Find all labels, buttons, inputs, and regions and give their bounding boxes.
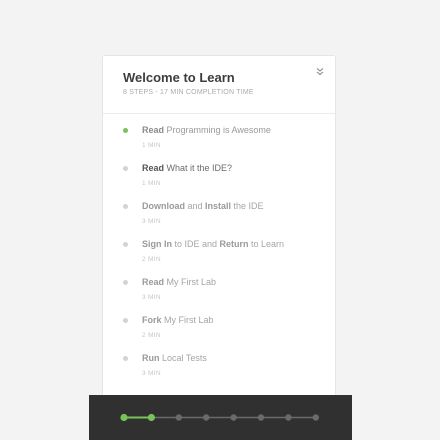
steps-list: Read Programming is Awesome 1 MIN Read Wha… bbox=[103, 113, 335, 379]
step-item[interactable]: Read My First Lab 3 MIN bbox=[103, 265, 335, 303]
card-title: Welcome to Learn bbox=[123, 70, 235, 85]
step-duration: 3 MIN bbox=[142, 218, 161, 225]
step-text-part: and bbox=[185, 201, 206, 211]
step-duration: 1 MIN bbox=[142, 142, 161, 149]
step-duration: 3 MIN bbox=[142, 370, 161, 377]
step-duration: 2 MIN bbox=[142, 332, 161, 339]
step-label: Sign In to IDE and Return to Learn bbox=[142, 239, 284, 249]
progress-node-complete[interactable] bbox=[147, 413, 155, 422]
step-label: Read My First Lab bbox=[142, 277, 216, 287]
progress-node-complete[interactable] bbox=[120, 413, 128, 422]
step-item[interactable]: Read Programming is Awesome 1 MIN bbox=[103, 113, 335, 151]
step-item[interactable]: Download and Install the IDE 3 MIN bbox=[103, 189, 335, 227]
step-label: Run Local Tests bbox=[142, 353, 207, 363]
progress-node[interactable] bbox=[285, 414, 292, 421]
step-action: Sign In bbox=[142, 239, 172, 249]
step-text-part: What it the IDE? bbox=[164, 163, 233, 173]
step-text-part: to IDE and bbox=[172, 239, 220, 249]
progress-node[interactable] bbox=[175, 414, 182, 421]
step-status-dot bbox=[123, 280, 128, 285]
step-label: Read What it the IDE? bbox=[142, 163, 232, 173]
card-subtitle: 8 STEPS - 17 MIN COMPLETION TIME bbox=[123, 89, 254, 96]
step-duration: 3 MIN bbox=[142, 294, 161, 301]
step-text-part: the IDE bbox=[231, 201, 264, 211]
step-label: Fork My First Lab bbox=[142, 315, 214, 325]
step-action: Read bbox=[142, 163, 165, 173]
double-chevron-down-icon[interactable] bbox=[314, 65, 326, 77]
step-text-part: Local Tests bbox=[159, 353, 207, 363]
step-label: Download and Install the IDE bbox=[142, 201, 264, 211]
progress-node[interactable] bbox=[203, 414, 210, 421]
step-text-part: My First Lab bbox=[164, 277, 217, 287]
step-status-dot bbox=[123, 356, 128, 361]
step-complete-dot bbox=[123, 166, 128, 171]
step-complete-dot bbox=[123, 128, 128, 133]
step-item[interactable]: Fork My First Lab 2 MIN bbox=[103, 303, 335, 341]
step-status-dot bbox=[123, 318, 128, 323]
card-header: Welcome to Learn 8 STEPS - 17 MIN COMPLE… bbox=[103, 56, 335, 114]
progress-bar bbox=[89, 395, 352, 440]
step-action: Read bbox=[142, 125, 165, 135]
step-text-part: My First Lab bbox=[161, 315, 214, 325]
progress-track bbox=[120, 413, 319, 422]
welcome-card: Welcome to Learn 8 STEPS - 17 MIN COMPLE… bbox=[102, 55, 336, 440]
step-item[interactable]: Sign In to IDE and Return to Learn 2 MIN bbox=[103, 227, 335, 265]
progress-node[interactable] bbox=[257, 414, 265, 421]
step-text-part: Programming is Awesome bbox=[164, 125, 271, 135]
step-action: Run bbox=[142, 353, 160, 363]
step-text-part: to Learn bbox=[248, 239, 285, 249]
progress-node[interactable] bbox=[230, 414, 237, 421]
progress-node[interactable] bbox=[312, 414, 319, 421]
step-action: Install bbox=[205, 201, 232, 211]
step-status-dot bbox=[123, 242, 128, 247]
step-item[interactable]: Read What it the IDE? 1 MIN bbox=[103, 151, 335, 189]
step-status-dot bbox=[123, 204, 128, 209]
step-action: Fork bbox=[142, 315, 162, 325]
step-action: Return bbox=[219, 239, 249, 249]
step-item[interactable]: Run Local Tests 3 MIN bbox=[103, 341, 335, 379]
step-duration: 1 MIN bbox=[142, 180, 161, 187]
step-action: Download bbox=[142, 201, 185, 211]
step-action: Read bbox=[142, 277, 165, 287]
step-label: Read Programming is Awesome bbox=[142, 125, 271, 135]
step-duration: 2 MIN bbox=[142, 256, 161, 263]
